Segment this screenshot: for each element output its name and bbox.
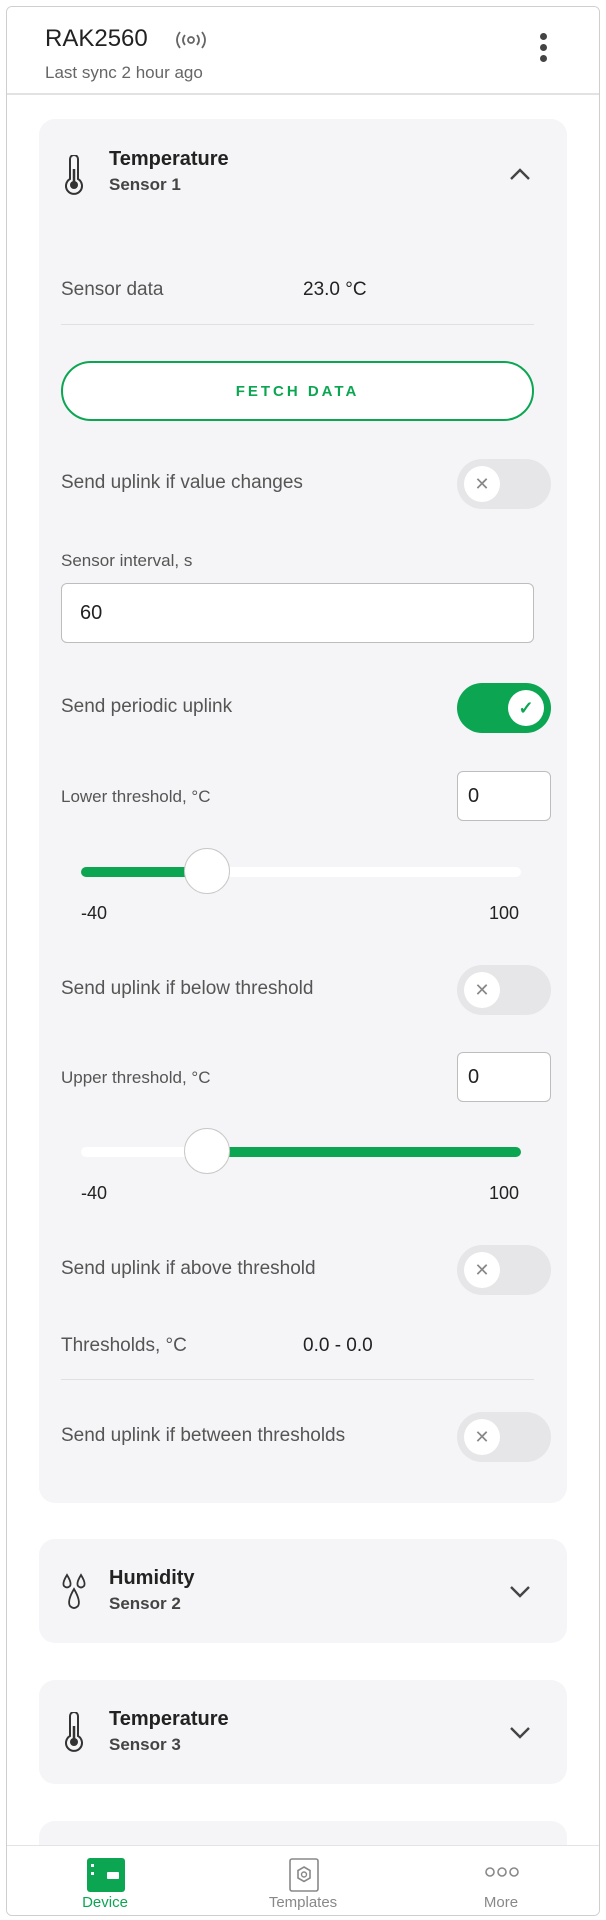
tab-label: Device bbox=[82, 1894, 128, 1911]
sensor-card-3[interactable]: Temperature Sensor 3 bbox=[39, 1680, 567, 1784]
sensor-data-value: 23.0 °C bbox=[303, 279, 367, 300]
more-vert-icon[interactable] bbox=[537, 33, 549, 67]
slider-thumb[interactable] bbox=[183, 1128, 230, 1174]
uplink-on-change-label: Send uplink if value changes bbox=[61, 472, 303, 493]
signal-icon bbox=[176, 31, 206, 49]
templates-icon bbox=[289, 1858, 319, 1892]
sensor-data-label: Sensor data bbox=[61, 279, 164, 300]
slider-fill bbox=[206, 1147, 521, 1157]
above-threshold-label: Send uplink if above threshold bbox=[61, 1258, 316, 1279]
last-sync-text: Last sync 2 hour ago bbox=[45, 63, 203, 82]
close-icon: ✕ bbox=[464, 1252, 500, 1288]
card-title: Temperature bbox=[109, 1708, 229, 1730]
app-frame: RAK2560 Last sync 2 hour ago Temperature… bbox=[6, 6, 600, 1916]
more-dots-icon bbox=[485, 1867, 519, 1877]
uplink-on-change-toggle[interactable]: ✕ bbox=[457, 459, 551, 509]
slider-max: 100 bbox=[489, 903, 520, 923]
device-name: RAK2560 bbox=[45, 25, 148, 52]
device-icon bbox=[87, 1858, 125, 1892]
thresholds-label: Thresholds, °C bbox=[61, 1335, 187, 1356]
divider bbox=[61, 324, 534, 325]
below-threshold-label: Send uplink if below threshold bbox=[61, 978, 314, 999]
between-thresholds-label: Send uplink if between thresholds bbox=[61, 1425, 346, 1446]
card-title: Humidity bbox=[109, 1567, 195, 1589]
bottom-tab-bar: Device Templates More bbox=[7, 1845, 599, 1915]
below-threshold-toggle[interactable]: ✕ bbox=[457, 965, 551, 1015]
check-icon: ✓ bbox=[508, 690, 544, 726]
divider bbox=[61, 1379, 534, 1380]
above-threshold-toggle[interactable]: ✕ bbox=[457, 1245, 551, 1295]
close-icon: ✕ bbox=[464, 972, 500, 1008]
main-content: Temperature Sensor 1 Sensor data 23.0 °C… bbox=[7, 95, 599, 1881]
upper-threshold-label: Upper threshold, °C bbox=[61, 1068, 211, 1087]
tab-label: Templates bbox=[268, 1894, 338, 1911]
thresholds-value: 0.0 - 0.0 bbox=[303, 1335, 373, 1356]
tab-device[interactable]: Device bbox=[7, 1846, 203, 1915]
slider-min: -40 bbox=[81, 903, 108, 923]
periodic-uplink-label: Send periodic uplink bbox=[61, 696, 233, 717]
upper-threshold-slider[interactable] bbox=[81, 1128, 521, 1174]
slider-max: 100 bbox=[489, 1183, 520, 1203]
sensor-card-2[interactable]: Humidity Sensor 2 bbox=[39, 1539, 567, 1643]
chevron-down-icon[interactable] bbox=[509, 1726, 531, 1740]
lower-threshold-slider[interactable] bbox=[81, 848, 521, 894]
periodic-uplink-toggle[interactable]: ✓ bbox=[457, 683, 551, 733]
sensor-card-1: Temperature Sensor 1 Sensor data 23.0 °C… bbox=[39, 119, 567, 1503]
fetch-data-button[interactable]: FETCH DATA bbox=[61, 361, 534, 421]
chevron-up-icon[interactable] bbox=[509, 167, 531, 181]
card-subtitle: Sensor 3 bbox=[109, 1735, 181, 1754]
between-thresholds-toggle[interactable]: ✕ bbox=[457, 1412, 551, 1462]
lower-threshold-label: Lower threshold, °C bbox=[61, 787, 211, 806]
tab-templates[interactable]: Templates bbox=[205, 1846, 401, 1915]
card-subtitle: Sensor 1 bbox=[109, 175, 181, 194]
chevron-down-icon[interactable] bbox=[509, 1585, 531, 1599]
card-title: Temperature bbox=[109, 148, 229, 170]
upper-threshold-input[interactable]: 0 bbox=[457, 1052, 551, 1102]
card-subtitle: Sensor 2 bbox=[109, 1594, 181, 1613]
close-icon: ✕ bbox=[464, 466, 500, 502]
lower-threshold-input[interactable]: 0 bbox=[457, 771, 551, 821]
tab-label: More bbox=[483, 1894, 519, 1911]
thermometer-icon bbox=[65, 1712, 83, 1752]
close-icon: ✕ bbox=[464, 1419, 500, 1455]
sensor-interval-input[interactable]: 60 bbox=[61, 583, 534, 643]
slider-min: -40 bbox=[81, 1183, 108, 1203]
interval-label: Sensor interval, s bbox=[61, 551, 193, 570]
app-header: RAK2560 Last sync 2 hour ago bbox=[7, 7, 599, 95]
water-drops-icon bbox=[62, 1573, 86, 1609]
slider-thumb[interactable] bbox=[183, 848, 230, 894]
thermometer-icon bbox=[65, 155, 83, 195]
tab-more[interactable]: More bbox=[403, 1846, 599, 1915]
